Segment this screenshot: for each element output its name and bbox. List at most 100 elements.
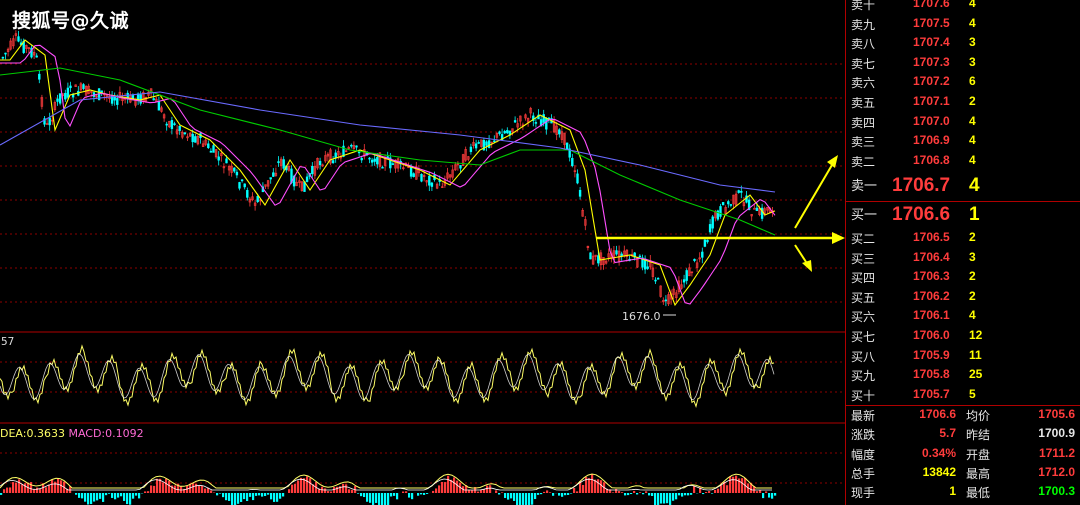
buy-level-row[interactable]: 买二 1706.5 2 (846, 230, 1080, 250)
level-volume: 11 (969, 347, 982, 362)
candle-body (391, 163, 395, 165)
macd-bar (120, 493, 123, 497)
buy-level-row[interactable]: 买一 1706.6 1 (846, 204, 1080, 225)
level-price: 1705.7 (913, 386, 950, 401)
candle-body (506, 130, 509, 134)
buy-level-row[interactable]: 买九 1705.8 25 (846, 367, 1080, 387)
sell-level-row[interactable]: 卖七 1707.3 3 (846, 55, 1080, 75)
level-price: 1706.3 (913, 269, 950, 284)
sell-level-row[interactable]: 卖三 1706.9 4 (846, 133, 1080, 153)
candle-body (194, 136, 197, 143)
macd-bar (210, 490, 213, 493)
buy-level-row[interactable]: 买十 1705.7 5 (846, 387, 1080, 407)
sell-level-row[interactable]: 卖二 1706.8 4 (846, 153, 1080, 173)
macd-bar (219, 493, 222, 494)
level-name: 卖九 (851, 17, 876, 32)
watermark: 搜狐号@久诚 (12, 10, 130, 32)
candle-body (477, 142, 480, 144)
macd-bar (393, 493, 396, 496)
candle-body (350, 144, 353, 147)
macd-bar (735, 475, 738, 493)
sell-level-row[interactable]: 卖四 1707.0 4 (846, 114, 1080, 134)
sell-level-row[interactable]: 卖八 1707.4 3 (846, 35, 1080, 55)
dea-value: DEA:0.3633 (0, 427, 65, 440)
candle-body (729, 204, 733, 206)
macd-bar (84, 493, 87, 502)
macd-bar (624, 493, 627, 496)
buy-level-row[interactable]: 买八 1705.9 11 (846, 348, 1080, 368)
macd-bar (234, 493, 237, 505)
macd-bar (708, 491, 711, 493)
macd-bar (252, 493, 255, 501)
macd-bar (591, 473, 594, 493)
sell-level-row[interactable]: 卖六 1707.2 6 (846, 74, 1080, 94)
stat-label: 幅度 (851, 447, 876, 462)
macd-bar (702, 493, 705, 495)
macd-bar (570, 493, 573, 494)
candle-body (376, 157, 379, 165)
macd-bar (12, 482, 15, 493)
stat-label: 涨跌 (851, 428, 876, 443)
stat-label: 开盘 (966, 447, 991, 462)
sell-level-row[interactable]: 卖九 1707.5 4 (846, 16, 1080, 36)
sell-level-row[interactable]: 卖十 1707.6 4 (846, 0, 1080, 16)
sell-level-row[interactable]: 卖一 1706.7 4 (846, 175, 1080, 196)
macd-bar (435, 488, 438, 493)
macd-bar (576, 491, 579, 493)
stat-value: 1 (949, 484, 956, 499)
macd-bar (528, 493, 531, 505)
macd-bar (96, 493, 99, 501)
level-volume: 4 (969, 308, 976, 323)
candle-body (69, 85, 72, 89)
macd-bar (348, 489, 351, 493)
macd-bar (729, 476, 732, 493)
macd-bar (33, 489, 36, 493)
buy-level-row[interactable]: 买三 1706.4 3 (846, 250, 1080, 270)
macd-bar (291, 484, 294, 493)
kline-chart-area[interactable]: 搜狐号@久诚 1676.0 57 DEA:0.3633 MACD:0.1092 (0, 0, 845, 505)
candle-body (246, 190, 249, 198)
sell-level-row[interactable]: 卖五 1707.1 2 (846, 94, 1080, 114)
macd-bar (507, 493, 510, 500)
macd-bar (639, 492, 642, 493)
macd-bar (345, 484, 348, 493)
macd-bar (405, 491, 408, 493)
buy-level-row[interactable]: 买五 1706.2 2 (846, 289, 1080, 309)
level-price: 1706.9 (913, 133, 950, 148)
level-volume: 4 (969, 133, 976, 148)
level-name: 卖五 (851, 96, 876, 110)
candle-body (225, 158, 228, 164)
macd-bar (228, 493, 231, 501)
macd-bar (381, 493, 384, 505)
macd-bar (225, 493, 228, 501)
level-volume: 25 (969, 367, 983, 382)
macd-bar (324, 488, 327, 493)
candle-body (469, 146, 473, 152)
candle-body (35, 55, 38, 58)
macd-bar (660, 493, 663, 504)
buy-level-row[interactable]: 买四 1706.3 2 (846, 269, 1080, 289)
macd-bar (288, 489, 291, 493)
macd-bar (561, 493, 564, 497)
macd-bar (672, 493, 675, 501)
buy-level-row[interactable]: 买六 1706.1 4 (846, 308, 1080, 328)
macd-bar (390, 493, 393, 497)
low-price-label: 1676.0 (622, 310, 661, 323)
macd-bar (693, 486, 696, 493)
macd-bar (543, 491, 546, 493)
candle-body (576, 173, 579, 184)
buy-level-row[interactable]: 买七 1706.0 12 (846, 328, 1080, 348)
macd-bar (741, 478, 744, 493)
macd-bar (732, 476, 735, 493)
level-volume: 2 (969, 269, 976, 284)
macd-bar (360, 493, 363, 497)
macd-bar (132, 493, 135, 499)
level-name: 卖四 (851, 115, 876, 130)
macd-bar (195, 483, 198, 493)
candle-body (116, 98, 119, 105)
candle-body (82, 84, 85, 89)
candle-body (703, 239, 707, 247)
candle-body (474, 143, 478, 149)
candle-body (272, 172, 275, 177)
candle-body (685, 270, 688, 281)
